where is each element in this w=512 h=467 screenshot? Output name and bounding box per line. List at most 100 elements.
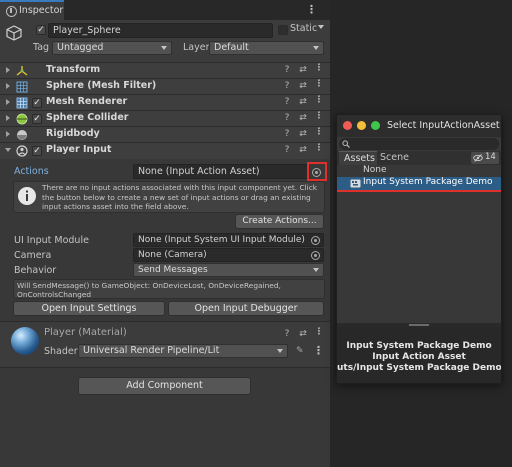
window-title: Select InputActionAsset <box>387 120 500 131</box>
object-picker-icon[interactable] <box>311 251 320 260</box>
tag-dropdown[interactable]: Untagged <box>52 41 172 55</box>
help-icon[interactable]: ? <box>282 329 292 339</box>
drag-handle-icon[interactable] <box>409 324 429 326</box>
component-mesh-filter[interactable]: Sphere (Mesh Filter) ? ⇄ ⋮ <box>0 78 330 94</box>
object-picker-icon[interactable] <box>311 236 320 245</box>
open-input-settings-button[interactable]: Open Input Settings <box>13 301 165 316</box>
component-enabled-checkbox[interactable]: ✓ <box>32 114 42 124</box>
foldout-arrow-icon[interactable] <box>6 131 10 137</box>
component-player-input[interactable]: ✓ Player Input ? ⇄ ⋮ <box>0 142 330 159</box>
ui-input-module-field[interactable]: None (Input System UI Input Module) <box>133 233 324 247</box>
actions-field[interactable]: None (Input Action Asset) <box>133 164 309 179</box>
material-preview-sphere <box>11 327 39 355</box>
open-input-settings-label: Open Input Settings <box>41 303 137 314</box>
edit-icon[interactable]: ✎ <box>296 346 304 356</box>
preview-asset-type: Input Action Asset <box>372 352 466 362</box>
select-asset-window: Select InputActionAsset Assets Scene 14 … <box>336 114 502 384</box>
mesh-renderer-icon <box>16 97 28 109</box>
ui-input-module-value: None (Input System UI Input Module) <box>138 235 305 245</box>
help-icon[interactable]: ? <box>282 145 292 155</box>
preview-panel: Input System Package Demo Input Action A… <box>337 327 501 383</box>
shader-dropdown[interactable]: Universal Render Pipeline/Lit <box>78 344 288 358</box>
component-enabled-checkbox[interactable]: ✓ <box>32 98 42 108</box>
tab-assets-label: Assets <box>344 153 375 164</box>
preset-icon[interactable]: ⇄ <box>298 129 308 139</box>
help-icon[interactable]: ? <box>282 129 292 139</box>
foldout-arrow-icon[interactable] <box>5 148 11 152</box>
add-component-label: Add Component <box>126 380 203 391</box>
divider <box>0 367 330 368</box>
component-mesh-renderer[interactable]: ✓ Mesh Renderer ? ⇄ ⋮ <box>0 94 330 110</box>
help-icon[interactable]: ? <box>282 113 292 123</box>
object-name-field[interactable]: Player_Sphere <box>48 23 273 38</box>
preset-icon[interactable]: ⇄ <box>298 113 308 123</box>
foldout-arrow-icon[interactable] <box>6 99 10 105</box>
foldout-arrow-icon[interactable] <box>6 115 10 121</box>
actions-value: None (Input Action Asset) <box>138 166 260 177</box>
preset-icon[interactable]: ⇄ <box>298 97 308 107</box>
camera-label: Camera <box>14 250 52 261</box>
component-menu-icon[interactable]: ⋮ <box>314 127 324 137</box>
preset-icon[interactable]: ⇄ <box>298 65 308 75</box>
static-label: Static <box>290 23 318 34</box>
component-rigidbody[interactable]: Rigidbody ? ⇄ ⋮ <box>0 126 330 142</box>
object-picker-icon[interactable] <box>312 168 321 177</box>
component-menu-icon[interactable]: ⋮ <box>314 143 324 153</box>
sphere-collider-icon <box>16 113 28 125</box>
open-input-debugger-button[interactable]: Open Input Debugger <box>168 301 324 316</box>
close-window-button[interactable] <box>343 121 352 130</box>
static-checkbox[interactable] <box>278 25 288 35</box>
help-icon[interactable]: ? <box>282 97 292 107</box>
maximize-window-button[interactable] <box>371 121 380 130</box>
object-active-checkbox[interactable]: ✓ <box>36 25 46 35</box>
layer-dropdown[interactable]: Default <box>209 41 324 55</box>
input-action-asset-icon <box>350 179 361 188</box>
component-name: Mesh Renderer <box>46 96 128 107</box>
preset-icon[interactable]: ⇄ <box>298 81 308 91</box>
material-name: Player (Material) <box>44 327 127 338</box>
chevron-down-icon <box>313 46 319 50</box>
popup-tab-bar: Assets Scene 14 <box>337 151 501 165</box>
transform-icon <box>16 66 28 76</box>
add-component-button[interactable]: Add Component <box>78 377 251 395</box>
chevron-down-icon <box>313 268 319 272</box>
tab-inspector[interactable]: Inspector <box>0 0 64 20</box>
component-enabled-checkbox[interactable]: ✓ <box>32 146 42 156</box>
mesh-filter-icon <box>16 81 28 93</box>
list-item[interactable]: None <box>337 165 501 177</box>
component-menu-icon[interactable]: ⋮ <box>314 63 324 73</box>
component-menu-icon[interactable]: ⋮ <box>314 79 324 89</box>
help-box: There are no input actions associated wi… <box>13 181 325 213</box>
component-name: Player Input <box>46 144 112 155</box>
static-dropdown-arrow-icon[interactable] <box>318 25 324 29</box>
shader-value: Universal Render Pipeline/Lit <box>83 345 220 356</box>
component-transform[interactable]: Transform ? ⇄ ⋮ <box>0 62 330 78</box>
info-icon <box>18 187 36 205</box>
create-actions-button[interactable]: Create Actions... <box>235 214 324 229</box>
list-item-selected[interactable]: Input System Package Demo <box>337 177 501 192</box>
component-menu-icon[interactable]: ⋮ <box>314 327 324 337</box>
visibility-toggle[interactable]: 14 <box>471 152 499 164</box>
component-menu-icon[interactable]: ⋮ <box>314 111 324 121</box>
camera-value: None (Camera) <box>138 250 207 260</box>
minimize-window-button[interactable] <box>357 121 366 130</box>
camera-field[interactable]: None (Camera) <box>133 248 324 262</box>
component-menu-icon[interactable]: ⋮ <box>314 95 324 105</box>
tab-scene[interactable]: Scene <box>377 151 413 165</box>
help-icon[interactable]: ? <box>282 81 292 91</box>
help-icon[interactable]: ? <box>282 65 292 75</box>
tag-label: Tag <box>33 42 50 53</box>
component-sphere-collider[interactable]: ✓ Sphere Collider ? ⇄ ⋮ <box>0 110 330 126</box>
tab-assets[interactable]: Assets <box>339 151 377 165</box>
behavior-dropdown[interactable]: Send Messages <box>133 263 324 277</box>
panel-menu-icon[interactable]: ⋮ <box>306 3 317 16</box>
foldout-arrow-icon[interactable] <box>6 83 10 89</box>
search-input[interactable] <box>339 138 499 150</box>
object-picker-highlight[interactable] <box>307 162 327 181</box>
foldout-arrow-icon[interactable] <box>6 67 10 73</box>
shader-menu-icon[interactable]: ⋮ <box>313 344 324 357</box>
eye-slash-icon <box>473 154 483 162</box>
layer-value: Default <box>214 42 249 53</box>
preset-icon[interactable]: ⇄ <box>298 329 308 339</box>
preset-icon[interactable]: ⇄ <box>298 145 308 155</box>
